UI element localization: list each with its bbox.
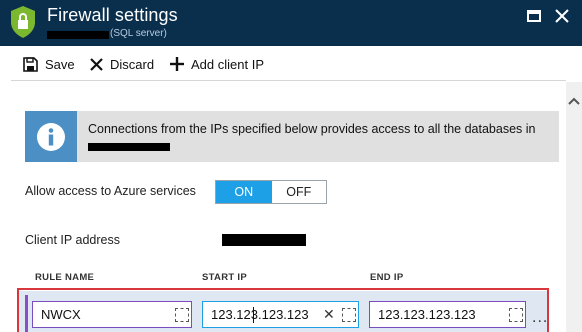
discard-button[interactable]: Discard [90, 55, 154, 73]
page-title: Firewall settings [47, 5, 178, 25]
redacted-server-name [88, 143, 170, 151]
discard-label: Discard [110, 56, 155, 72]
row-accent-bar [25, 295, 28, 332]
maximize-icon[interactable] [527, 10, 541, 22]
discard-x-icon [90, 57, 103, 71]
start-ip-input[interactable]: 123.123.123.123 ✕ [202, 301, 359, 328]
shield-lock-icon [11, 6, 35, 38]
info-icon-box [25, 111, 77, 162]
toggle-on-option[interactable]: ON [216, 181, 272, 203]
close-icon[interactable] [554, 7, 570, 25]
info-icon [37, 122, 65, 151]
column-header-rule-name: RULE NAME [35, 272, 95, 283]
end-ip-input[interactable]: 123.123.123.123 [369, 301, 526, 328]
scroll-up-icon[interactable] [566, 94, 582, 108]
resize-handle-icon[interactable] [509, 308, 523, 322]
resize-handle-icon[interactable] [342, 308, 356, 322]
save-button[interactable]: Save [23, 55, 75, 73]
toolbar-divider [11, 80, 566, 81]
plus-icon [170, 57, 184, 71]
column-header-end-ip: END IP [370, 272, 404, 283]
azure-access-label: Allow access to Azure services [25, 184, 196, 198]
text-caret [253, 307, 254, 323]
add-client-ip-button[interactable]: Add client IP [170, 55, 264, 73]
page-subtitle: (SQL server) [110, 28, 167, 39]
info-banner: Connections from the IPs specified below… [25, 111, 559, 162]
vertical-scrollbar[interactable] [566, 82, 582, 332]
resize-handle-icon[interactable] [175, 308, 189, 322]
row-more-options-button[interactable]: ... [532, 309, 548, 327]
save-label: Save [45, 56, 75, 72]
client-ip-label: Client IP address [25, 233, 120, 247]
rule-name-input[interactable]: NWCX [32, 301, 192, 328]
azure-access-toggle[interactable]: ON OFF [215, 180, 327, 204]
clear-input-icon[interactable]: ✕ [323, 306, 335, 323]
end-ip-value: 123.123.123.123 [378, 307, 476, 322]
start-ip-value: 123.123.123.123 [211, 307, 309, 322]
save-icon [23, 56, 38, 72]
toggle-off-option[interactable]: OFF [271, 181, 326, 203]
title-bar: Firewall settings (SQL server) [0, 0, 582, 46]
toolbar: Save Discard Add client IP [0, 46, 582, 82]
redacted-client-ip [222, 234, 306, 246]
rule-name-value: NWCX [41, 307, 81, 322]
add-client-ip-label: Add client IP [191, 56, 264, 72]
redacted-server-name [47, 31, 109, 39]
column-header-start-ip: START IP [202, 272, 247, 283]
info-text: Connections from the IPs specified below… [88, 122, 536, 136]
